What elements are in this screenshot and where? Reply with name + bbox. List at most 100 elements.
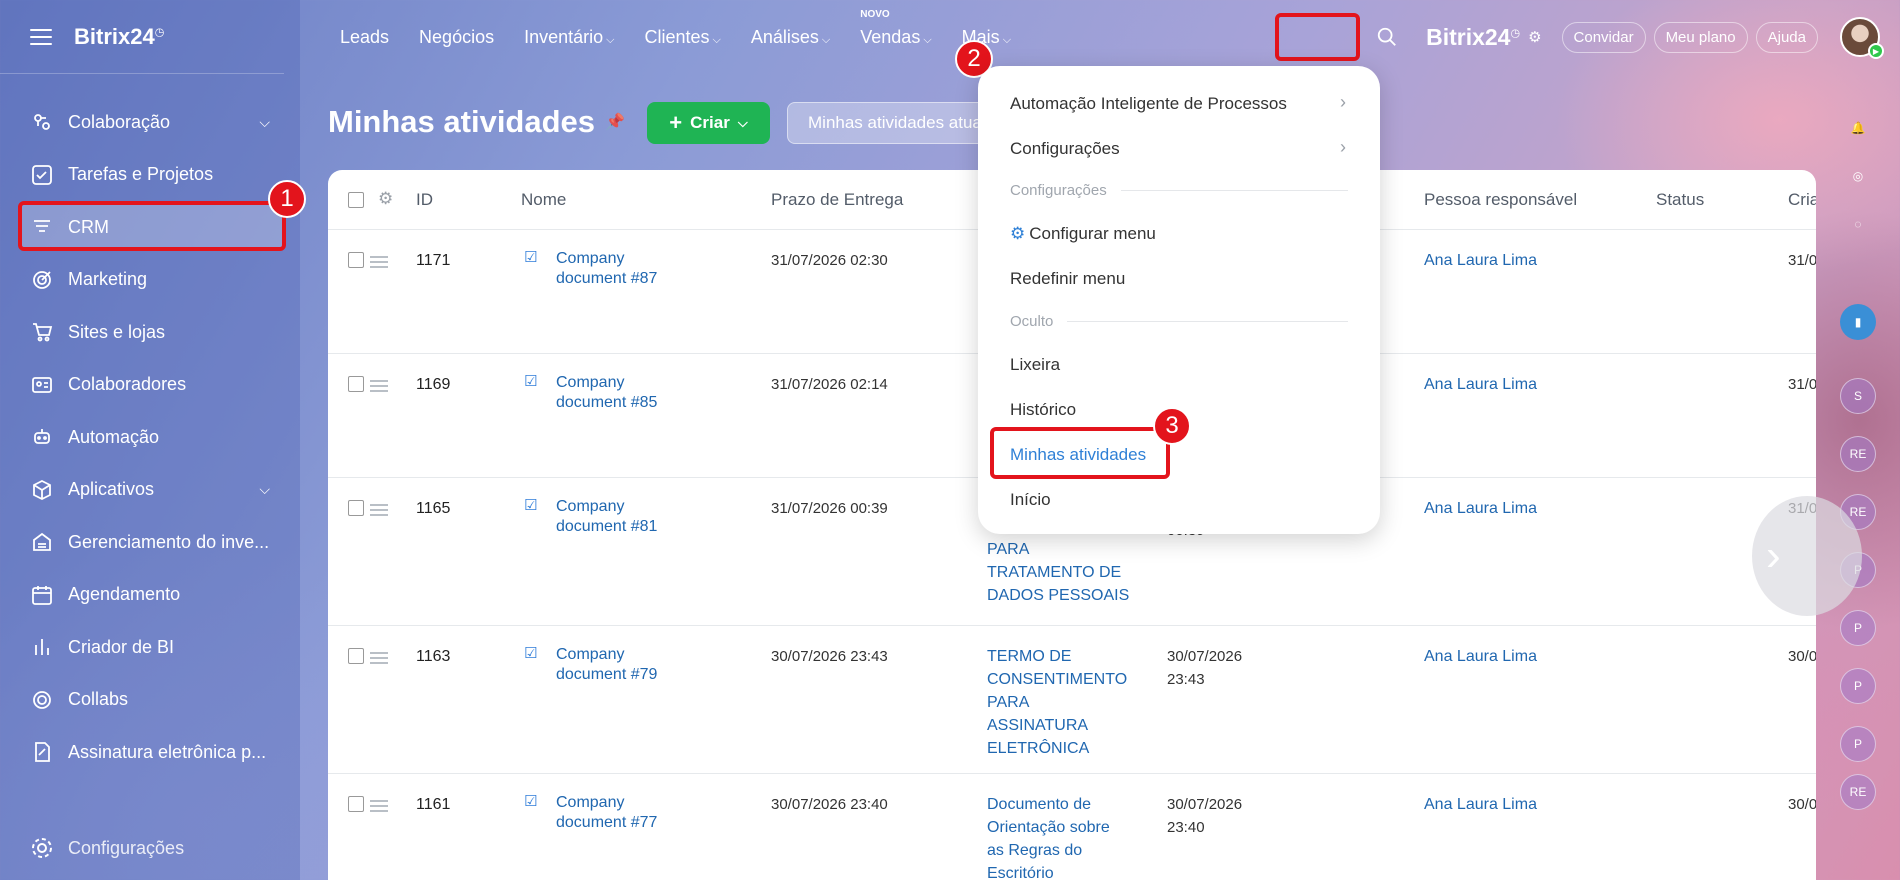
chat-icon[interactable]: ◌ <box>1840 206 1876 242</box>
row-name-line2[interactable]: document #81 <box>556 518 657 536</box>
filter-search-box[interactable]: Minhas atividades atuais <box>787 102 1007 144</box>
row-responsible[interactable]: Ana Laura Lima <box>1424 648 1537 666</box>
table-row[interactable]: 1161 ☑ Company document #77 30/07/2026 23:40… <box>328 774 1816 880</box>
menu-item-history[interactable]: Histórico <box>1010 400 1076 420</box>
menu-item-settings[interactable]: Configurações › <box>1010 137 1346 159</box>
row-responsible[interactable]: Ana Laura Lima <box>1424 252 1537 270</box>
activity-subject-line[interactable]: Escritório <box>987 865 1054 880</box>
rail-avatar[interactable]: S <box>1840 378 1876 414</box>
sidebar-settings[interactable]: Configurações <box>30 836 184 860</box>
menu-item-my-activities[interactable]: Minhas atividades <box>1010 445 1146 465</box>
avatar[interactable]: ▶ <box>1840 17 1884 59</box>
row-name-line1[interactable]: Company <box>556 374 624 392</box>
next-arrow-button[interactable]: › <box>1752 496 1862 616</box>
drag-handle-icon[interactable] <box>370 652 388 664</box>
activity-subject-line[interactable]: ASSINATURA <box>987 717 1088 735</box>
sidebar-item-aplicativos[interactable]: Aplicativos ⌵ <box>0 464 300 517</box>
select-all-checkbox[interactable] <box>348 192 364 208</box>
activity-subject-line[interactable]: PARA <box>987 694 1029 712</box>
rail-avatar[interactable]: P <box>1840 726 1876 762</box>
nav-clientes[interactable]: Clientes ⌵ <box>645 27 721 48</box>
header-responsible[interactable]: Pessoa responsável <box>1424 190 1577 210</box>
menu-item-reset[interactable]: Redefinir menu <box>1010 269 1125 289</box>
row-checkbox[interactable] <box>348 252 364 268</box>
sidebar-item-marketing[interactable]: Marketing <box>0 254 300 307</box>
activity-subject-line[interactable]: Documento de <box>987 796 1091 814</box>
drag-handle-icon[interactable] <box>370 800 388 812</box>
row-responsible[interactable]: Ana Laura Lima <box>1424 500 1537 518</box>
invite-button[interactable]: Convidar <box>1561 21 1646 53</box>
row-name-line1[interactable]: Company <box>556 250 624 268</box>
menu-item-home[interactable]: Início <box>1010 490 1051 510</box>
sidebar-item-gerenciamento-do-inve[interactable]: Gerenciamento do inve... <box>0 516 300 569</box>
drag-handle-icon[interactable] <box>370 380 388 392</box>
rail-avatar[interactable]: RE <box>1840 774 1876 810</box>
row-name-line1[interactable]: Company <box>556 646 624 664</box>
sidebar-item-automa-o[interactable]: Automação <box>0 411 300 464</box>
header-deadline[interactable]: Prazo de Entrega <box>771 190 903 210</box>
activity-subject-line[interactable]: CONSENTIMENTO <box>987 671 1127 689</box>
menu-item-trash[interactable]: Lixeira <box>1010 355 1060 375</box>
menu-burger-icon[interactable] <box>30 28 52 45</box>
brand-logo[interactable]: Bitrix24◷ <box>74 24 164 50</box>
nav-leads[interactable]: Leads <box>340 27 389 48</box>
bookmark-icon[interactable]: ▮ <box>1840 304 1876 340</box>
menu-item-automation[interactable]: Automação Inteligente de Processos › <box>1010 92 1346 114</box>
rail-avatar[interactable]: RE <box>1840 436 1876 472</box>
row-name-line2[interactable]: document #87 <box>556 270 657 288</box>
row-checkbox[interactable] <box>348 796 364 812</box>
settings-gear-icon[interactable]: ⚙ <box>378 189 393 209</box>
row-name-line2[interactable]: document #79 <box>556 666 657 684</box>
help-button[interactable]: Ajuda <box>1755 21 1818 53</box>
sidebar-item-sites-e-lojas[interactable]: Sites e lojas <box>0 306 300 359</box>
row-name-line1[interactable]: Company <box>556 794 624 812</box>
activity-subject-line[interactable]: PARA <box>987 541 1029 559</box>
activity-subject-line[interactable]: TERMO DE <box>987 648 1071 666</box>
chevron-down-icon[interactable]: ⌵ <box>259 114 270 131</box>
header-created[interactable]: Cria <box>1788 190 1816 210</box>
table-row[interactable]: 1163 ☑ Company document #79 30/07/2026 23:43… <box>328 626 1816 774</box>
row-checkbox[interactable] <box>348 376 364 392</box>
sliders-icon[interactable]: ⚙ <box>1528 28 1541 46</box>
row-name-line2[interactable]: document #85 <box>556 394 657 412</box>
row-name-line2[interactable]: document #77 <box>556 814 657 832</box>
nav-analises[interactable]: Análises ⌵ <box>751 27 830 48</box>
activity-subject-line[interactable]: ELETRÔNICA <box>987 740 1089 758</box>
chevron-down-icon[interactable]: ⌵ <box>259 481 270 498</box>
activity-subject-line[interactable]: DADOS PESSOAIS <box>987 587 1129 605</box>
row-responsible[interactable]: Ana Laura Lima <box>1424 796 1537 814</box>
sidebar-item-colabora-o[interactable]: Colaboração ⌵ <box>0 96 300 149</box>
drag-handle-icon[interactable] <box>370 504 388 516</box>
pin-icon[interactable]: 📌 <box>605 112 625 132</box>
activity-subject-line[interactable]: Orientação sobre <box>987 819 1110 837</box>
nav-inventario[interactable]: Inventário ⌵ <box>524 27 614 48</box>
activity-subject-line[interactable]: TRATAMENTO DE <box>987 564 1121 582</box>
bell-icon[interactable]: 🔔 <box>1840 110 1876 146</box>
drag-handle-icon[interactable] <box>370 256 388 268</box>
row-checkbox[interactable] <box>348 500 364 516</box>
sidebar-item-criador-de-bi[interactable]: Criador de BI <box>0 621 300 674</box>
rail-avatar[interactable]: P <box>1840 668 1876 704</box>
sidebar-item-collabs[interactable]: Collabs <box>0 674 300 727</box>
sidebar-item-crm[interactable]: CRM <box>0 201 300 254</box>
header-id[interactable]: ID <box>416 190 433 210</box>
sidebar-item-agendamento[interactable]: Agendamento <box>0 569 300 622</box>
create-button[interactable]: + Criar ⌵ <box>647 102 770 144</box>
search-icon[interactable] <box>1376 26 1398 48</box>
nav-negocios[interactable]: Negócios <box>419 27 494 48</box>
row-checkbox[interactable] <box>348 648 364 664</box>
menu-item-configure[interactable]: ⚙ Configurar menu <box>1010 224 1156 244</box>
header-name[interactable]: Nome <box>521 190 566 210</box>
marketing-icon <box>33 270 51 289</box>
row-responsible[interactable]: Ana Laura Lima <box>1424 376 1537 394</box>
sidebar-item-colaboradores[interactable]: Colaboradores <box>0 359 300 412</box>
sidebar-item-tarefas-e-projetos[interactable]: Tarefas e Projetos <box>0 149 300 202</box>
activity-subject-line[interactable]: as Regras do <box>987 842 1082 860</box>
row-name-line1[interactable]: Company <box>556 498 624 516</box>
header-status[interactable]: Status <box>1656 190 1704 210</box>
plan-button[interactable]: Meu plano <box>1653 21 1748 53</box>
sidebar-item-assinatura-eletr-nica-p[interactable]: Assinatura eletrônica p... <box>0 726 300 779</box>
nav-vendas[interactable]: NOVO Vendas ⌵ <box>860 9 931 48</box>
rail-avatar[interactable]: P <box>1840 610 1876 646</box>
copilot-icon[interactable]: ◎ <box>1840 158 1876 194</box>
